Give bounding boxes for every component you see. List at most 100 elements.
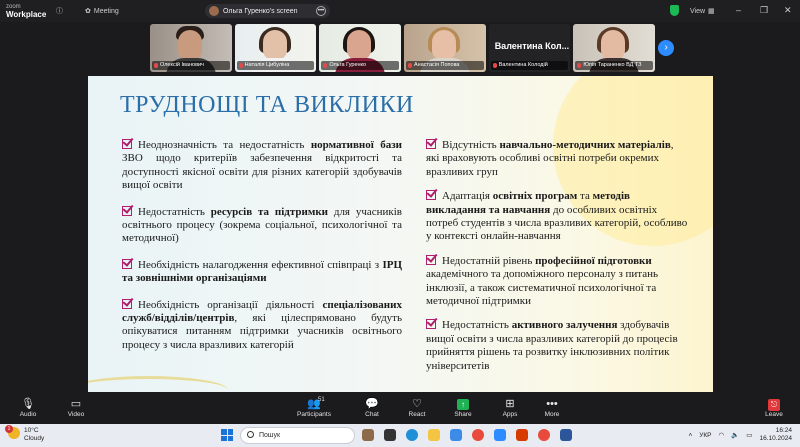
react-label: React	[408, 411, 426, 418]
chat-button[interactable]: 💬 Chat	[352, 398, 392, 418]
bullet-emphasis: нормативної бази	[310, 139, 402, 151]
view-label: View	[690, 7, 706, 15]
leave-label: Leave	[765, 411, 783, 418]
battery-icon[interactable]: ▭	[746, 431, 752, 439]
share-label: Ольга Гуренко's screen	[223, 7, 298, 15]
checkbox-check-icon	[122, 255, 135, 269]
checkbox-check-icon	[122, 201, 135, 216]
apps-button[interactable]: ⊞ Apps	[490, 398, 530, 418]
grid-icon: ▦	[708, 8, 715, 15]
participant-display-name: Валентина Кол...	[494, 41, 570, 51]
wifi-icon[interactable]: ◠	[719, 431, 725, 439]
participant-tile[interactable]: Юлія Тараненко ВД ТЗ	[573, 24, 656, 72]
video-button[interactable]: ▭ Video	[56, 398, 96, 418]
notification-badge: 1	[5, 425, 13, 433]
taskbar-app-icon[interactable]	[384, 429, 396, 441]
audio-button[interactable]: 🎙 Audio	[8, 398, 48, 418]
edge-icon[interactable]	[406, 429, 418, 441]
checkbox-check-icon	[122, 135, 135, 149]
weather-temperature: 10°C	[24, 427, 39, 434]
chrome-icon[interactable]	[472, 429, 484, 441]
meeting-controls: 🎙 Audio ▭ Video 👥 51 Participants 💬 Chat…	[0, 394, 800, 424]
leave-icon: ⎋	[768, 399, 780, 411]
slide-left-column: Неоднозначність та недостатність нормати…	[122, 135, 402, 353]
bullet-text: академічного та допоміжного персоналу з …	[426, 268, 659, 308]
search-placeholder: Пошук	[259, 432, 281, 439]
bullet-emphasis: освітніх програм	[492, 190, 578, 203]
participant-name: Анастасія Попова	[414, 62, 460, 68]
clock-time: 16:24	[775, 427, 792, 434]
participant-tile-active-speaker[interactable]: Ольга Гуренко	[319, 24, 402, 72]
participants-button[interactable]: 👥 51 Participants	[294, 397, 334, 418]
participants-icon: 👥	[307, 398, 321, 410]
slide-bullet: Необхідність налагодження ефективної спі…	[122, 255, 402, 286]
react-icon: ♡	[412, 398, 422, 410]
participant-tile[interactable]: Олексій Іванович	[150, 24, 232, 72]
more-button[interactable]: ••• More	[532, 398, 572, 418]
slide-bullet: Недостатність ресурсів та підтримки для …	[122, 201, 402, 246]
bullet-text: Необхідність організації діяльності	[138, 298, 323, 311]
more-options-icon[interactable]: •••	[316, 6, 326, 16]
zoom-taskbar-icon[interactable]	[494, 429, 506, 441]
clock[interactable]: 16:24 16.10.2024	[759, 427, 792, 443]
search-icon	[247, 431, 254, 438]
checkbox-check-icon	[122, 294, 135, 309]
slide-right-column: Відсутність навчально-методичних матеріа…	[426, 135, 688, 373]
slide-bullet: Відсутність навчально-методичних матеріа…	[426, 135, 688, 179]
microphone-icon: 🎙	[21, 398, 35, 410]
participant-tile[interactable]: Анастасія Попова	[404, 24, 486, 72]
paw-icon: ✿	[85, 8, 91, 15]
next-page-arrow-icon[interactable]: ›	[658, 40, 674, 56]
info-icon[interactable]: ⓘ	[56, 5, 63, 17]
slide-bullet: Адаптація освітніх програм та методів ви…	[426, 186, 688, 244]
bullet-emphasis: активного залучення	[511, 319, 618, 332]
slide-title: ТРУДНОЩІ ТА ВИКЛИКИ	[120, 92, 414, 118]
mic-muted-icon	[323, 63, 328, 68]
checkbox-check-icon	[426, 251, 439, 265]
video-label: Video	[67, 411, 85, 418]
bullet-text: Адаптація	[442, 190, 493, 203]
file-explorer-icon[interactable]	[428, 429, 440, 441]
share-button[interactable]: ↑ Share	[443, 398, 483, 418]
chrome-icon[interactable]	[538, 429, 550, 441]
mic-muted-icon	[408, 63, 413, 68]
shared-slide: ТРУДНОЩІ ТА ВИКЛИКИ Неоднозначність та н…	[88, 76, 713, 392]
slide-bullet: Неоднозначність та недостатність нормати…	[122, 135, 402, 193]
close-icon[interactable]: ✕	[784, 5, 792, 16]
minimize-icon[interactable]: –	[736, 5, 741, 15]
volume-icon[interactable]: 🔈	[731, 431, 739, 439]
weather-description: Cloudy	[24, 435, 45, 442]
checkbox-check-icon	[426, 315, 439, 330]
participant-name: Валентина Колодій	[498, 62, 548, 68]
react-button[interactable]: ♡ React	[397, 398, 437, 418]
weather-widget[interactable]: 1 10°C Cloudy	[5, 425, 45, 443]
maximize-icon[interactable]: ❐	[760, 5, 768, 16]
security-shield-icon[interactable]	[670, 5, 679, 16]
leave-button[interactable]: ⎋ Leave	[754, 398, 794, 418]
windows-start-icon[interactable]	[221, 429, 233, 441]
meeting-label: Meeting	[93, 7, 119, 15]
participant-name: Олексій Іванович	[160, 62, 204, 68]
apps-icon: ⊞	[505, 398, 515, 410]
taskbar-app-icon[interactable]	[362, 429, 374, 441]
taskbar-app-icon[interactable]	[516, 429, 528, 441]
checkbox-check-icon	[426, 186, 439, 201]
participant-name: Наталія Цибуліна	[244, 62, 290, 68]
participant-strip: Олексій Іванович Наталія Цибуліна Ольга …	[150, 24, 656, 72]
participant-tile-no-video[interactable]: Валентина Кол... Валентина Колодій	[488, 24, 571, 72]
word-icon[interactable]	[560, 429, 572, 441]
share-screen-icon: ↑	[457, 399, 469, 410]
bullet-text: Відсутність	[442, 139, 500, 151]
slide-bullet: Необхідність організації діяльності спец…	[122, 294, 402, 353]
language-indicator[interactable]: УКР	[699, 432, 711, 439]
taskbar-search[interactable]: Пошук	[240, 427, 355, 444]
taskbar-app-icon[interactable]	[450, 429, 462, 441]
view-menu[interactable]: View ▦	[690, 5, 715, 17]
chevron-up-icon[interactable]: ˄	[688, 432, 692, 439]
slide-wave-decoration	[88, 376, 228, 392]
meeting-menu[interactable]: ✿ Meeting	[85, 5, 119, 17]
chat-label: Chat	[365, 411, 379, 418]
participant-tile[interactable]: Наталія Цибуліна	[234, 24, 317, 72]
screen-share-indicator[interactable]: Ольга Гуренко's screen •••	[205, 4, 330, 18]
system-tray: ˄ УКР ◠ 🔈 ▭ 16:24 16.10.2024	[688, 427, 792, 443]
